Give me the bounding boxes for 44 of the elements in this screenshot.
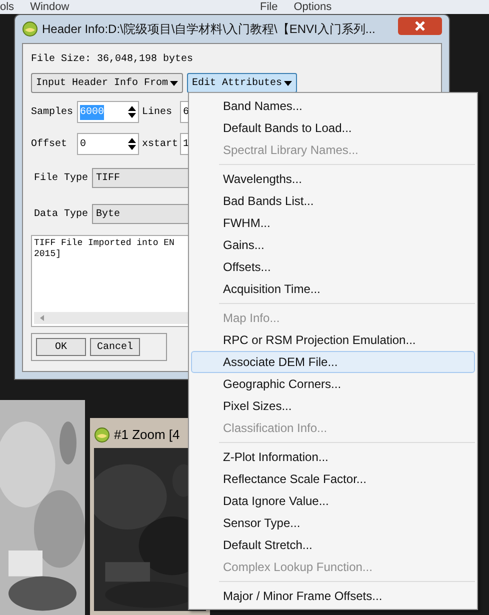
menu-button[interactable]: Input Header Info From (31, 73, 184, 93)
menu-button[interactable]: Edit Attributes (187, 73, 298, 93)
menu-item[interactable]: Pixel Sizes... (191, 395, 475, 417)
dialog-button[interactable]: Cancel (90, 338, 140, 356)
menu-item[interactable]: File (260, 0, 278, 14)
window-title: Header Info:D:\院级项目\自学材料\入门教程\【ENVI入门系列... (42, 21, 376, 38)
field-label: Data Type (34, 208, 90, 222)
field-label: Offset (31, 138, 68, 152)
field-value: 0 (80, 138, 86, 152)
menu-item[interactable]: Reflectance Scale Factor... (191, 468, 475, 490)
menu-item[interactable]: Default Bands to Load... (191, 117, 475, 139)
left-arrow-icon (40, 315, 44, 321)
menu-item[interactable]: Geographic Corners... (191, 373, 475, 395)
field-label: Samples (31, 106, 74, 120)
menu-item[interactable]: RPC or RSM Projection Emulation... (191, 329, 475, 351)
description-text: 2015] (34, 249, 62, 260)
menu-item[interactable]: Options (294, 0, 332, 14)
menu-item[interactable]: Acquisition Time... (191, 278, 475, 300)
menu-item[interactable]: ols (0, 0, 14, 14)
menu-item[interactable]: Z-Plot Information... (191, 446, 475, 468)
menu-item[interactable]: Associate DEM File... (191, 351, 475, 373)
field-label: Lines (142, 106, 174, 120)
field-value: 6000 (80, 104, 104, 120)
menu-item[interactable]: Data Ignore Value... (191, 490, 475, 512)
menu-item[interactable]: Major / Minor Frame Offsets... (191, 585, 475, 607)
dialog-button[interactable]: OK (36, 338, 86, 356)
caret-icon (170, 80, 178, 86)
close-icon (415, 21, 425, 31)
menu-item[interactable]: Window (30, 0, 70, 14)
menu-item[interactable]: Gains... (191, 234, 475, 256)
spinner-icon (128, 138, 136, 150)
description-text: TIFF File Imported into EN (34, 238, 174, 249)
caret-icon (284, 80, 292, 86)
menu-item[interactable]: Sensor Type... (191, 512, 475, 534)
field-label: xstart (142, 138, 180, 152)
file-size-text: File Size: 36,048,198 bytes (31, 52, 194, 67)
menu-item[interactable]: Default Stretch... (191, 534, 475, 556)
field-label: File Type (34, 172, 90, 186)
number-field[interactable]: 0 (77, 133, 139, 155)
close-button[interactable] (398, 17, 442, 35)
spinner-icon (128, 106, 136, 118)
window-title: #1 Zoom [4 (114, 426, 180, 444)
menu-item[interactable]: Offsets... (191, 256, 475, 278)
menu-item[interactable]: Band Names... (191, 95, 475, 117)
